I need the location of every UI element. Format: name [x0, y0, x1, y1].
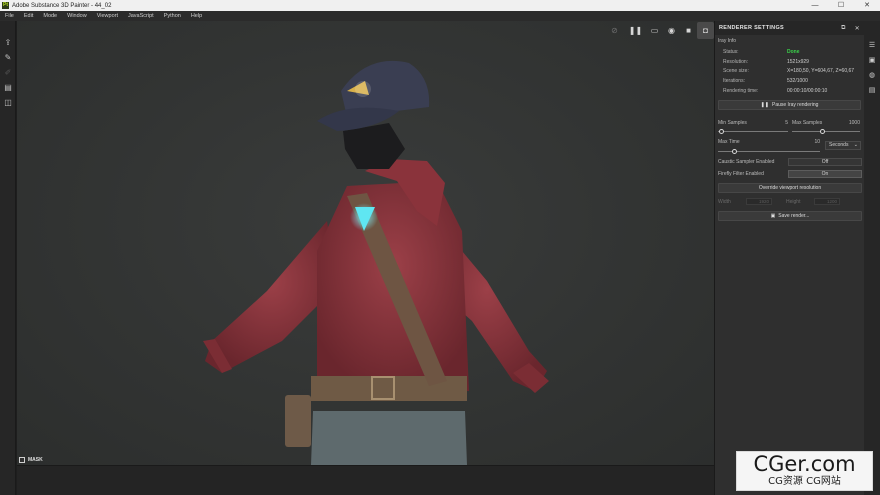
screenshot-icon[interactable]: ◘ — [697, 21, 714, 39]
override-resolution-button[interactable]: Override viewport resolution — [718, 183, 862, 193]
panel-title: RENDERER SETTINGS — [719, 25, 784, 31]
menu-help[interactable]: Help — [186, 13, 207, 19]
watermark-logo: CGer.com CG资源 CG网站 — [736, 451, 873, 491]
menu-python[interactable]: Python — [159, 13, 186, 19]
mask-label: MASK — [28, 457, 43, 463]
menu-mode[interactable]: Mode — [38, 13, 62, 19]
right-iconbar: ☰ ▣ ◍ ▤ — [864, 21, 880, 495]
chat-icon[interactable]: ▣ — [864, 52, 880, 67]
window-title: Adobe Substance 3D Painter - 44_02 — [12, 2, 112, 9]
caustic-sampler-toggle[interactable]: Off — [788, 157, 862, 166]
save-icon: ▣ — [770, 213, 776, 219]
pause-icon[interactable]: ❚❚ — [627, 22, 644, 39]
mask-checkbox[interactable] — [19, 457, 25, 463]
menu-file[interactable]: File — [0, 13, 19, 19]
layers-stack-icon[interactable]: ☰ — [864, 37, 880, 52]
close-button[interactable]: ✕ — [854, 0, 880, 11]
pause-small-icon: ❚❚ — [760, 101, 769, 108]
frame-icon[interactable]: ▭ — [646, 22, 663, 39]
character-model — [203, 60, 549, 465]
caustic-sampler-row: Caustic Sampler Enabled Off — [718, 157, 862, 166]
width-field[interactable]: 1920 — [746, 198, 772, 205]
pause-iray-button[interactable]: ❚❚ Pause Iray rendering — [718, 99, 861, 110]
save-render-button[interactable]: ▣ Save render... — [718, 211, 862, 221]
title-bar: Pt Adobe Substance 3D Painter - 44_02 — … — [0, 0, 880, 11]
camera-off-icon[interactable]: ⊘ — [606, 22, 623, 39]
min-samples-slider[interactable]: Min Samples 5 — [718, 120, 788, 126]
status-value: Done — [787, 48, 800, 55]
list-icon[interactable]: ▤ — [864, 82, 880, 97]
menu-window[interactable]: Window — [62, 13, 92, 19]
left-toolbar: ⇪ ✎ ✐ ▤ ◫ — [0, 21, 16, 495]
float-panel-icon[interactable]: ⧉ — [841, 25, 846, 32]
panel-header: RENDERER SETTINGS ⧉ ✕ — [715, 21, 864, 35]
info-iterations: Iterations: 532/1000 — [723, 78, 808, 85]
chevron-down-icon: ⌄ — [853, 142, 858, 148]
info-resolution: Resolution: 1521x929 — [723, 58, 809, 65]
max-samples-knob[interactable] — [820, 129, 825, 134]
firefly-filter-toggle[interactable]: On — [788, 169, 862, 178]
max-time-slider[interactable]: Max Time 10 — [718, 139, 820, 145]
globe-icon[interactable]: ◍ — [864, 67, 880, 82]
app-logo-icon: Pt — [2, 2, 9, 9]
resolution-fields: Width 1920 Height 1200 — [718, 197, 862, 206]
info-rendering-time: Rendering time: 00:00:10/00:00:10 — [723, 88, 828, 95]
height-field[interactable]: 1200 — [814, 198, 840, 205]
brush-icon[interactable]: ✐ — [0, 65, 16, 80]
document-icon[interactable]: ▤ — [0, 80, 16, 95]
min-samples-knob[interactable] — [719, 129, 724, 134]
viewport-toolbar: ⊘ ❚❚ ▭ ◉ ■ ◘ — [606, 21, 714, 39]
maximize-button[interactable]: ☐ — [828, 0, 854, 11]
bottom-strip — [17, 465, 714, 495]
render-icon[interactable]: ◉ — [663, 22, 680, 39]
menu-edit[interactable]: Edit — [19, 13, 38, 19]
3d-viewport[interactable]: ⊘ ❚❚ ▭ ◉ ■ ◘ MASK — [17, 21, 714, 465]
max-samples-slider[interactable]: Max Samples 1000 — [792, 120, 860, 126]
info-scene-size: Scene size: X=180,50, Y=604,67, Z=60,67 — [723, 68, 855, 75]
layers-icon[interactable]: ◫ — [0, 95, 16, 110]
minimize-button[interactable]: — — [802, 0, 828, 11]
import-icon[interactable]: ⇪ — [0, 35, 16, 50]
bake-icon[interactable]: ✎ — [0, 50, 16, 65]
iray-info-title: Iray Info — [718, 38, 737, 44]
camera-icon[interactable]: ■ — [680, 22, 697, 39]
renderer-settings-panel: RENDERER SETTINGS ⧉ ✕ Iray Info Status: … — [714, 21, 864, 495]
mask-toggle[interactable]: MASK — [19, 457, 43, 463]
time-unit-select[interactable]: Seconds ⌄ — [825, 141, 861, 150]
info-status: Status: Done — [723, 48, 800, 55]
max-time-knob[interactable] — [732, 149, 737, 154]
menu-viewport[interactable]: Viewport — [92, 13, 123, 19]
window-controls: — ☐ ✕ — [802, 0, 880, 11]
menu-javascript[interactable]: JavaScript — [123, 13, 159, 19]
close-panel-icon[interactable]: ✕ — [855, 25, 860, 32]
menu-bar: File Edit Mode Window Viewport JavaScrip… — [0, 11, 880, 21]
firefly-filter-row: Firefly Filter Enabled On — [718, 169, 862, 178]
